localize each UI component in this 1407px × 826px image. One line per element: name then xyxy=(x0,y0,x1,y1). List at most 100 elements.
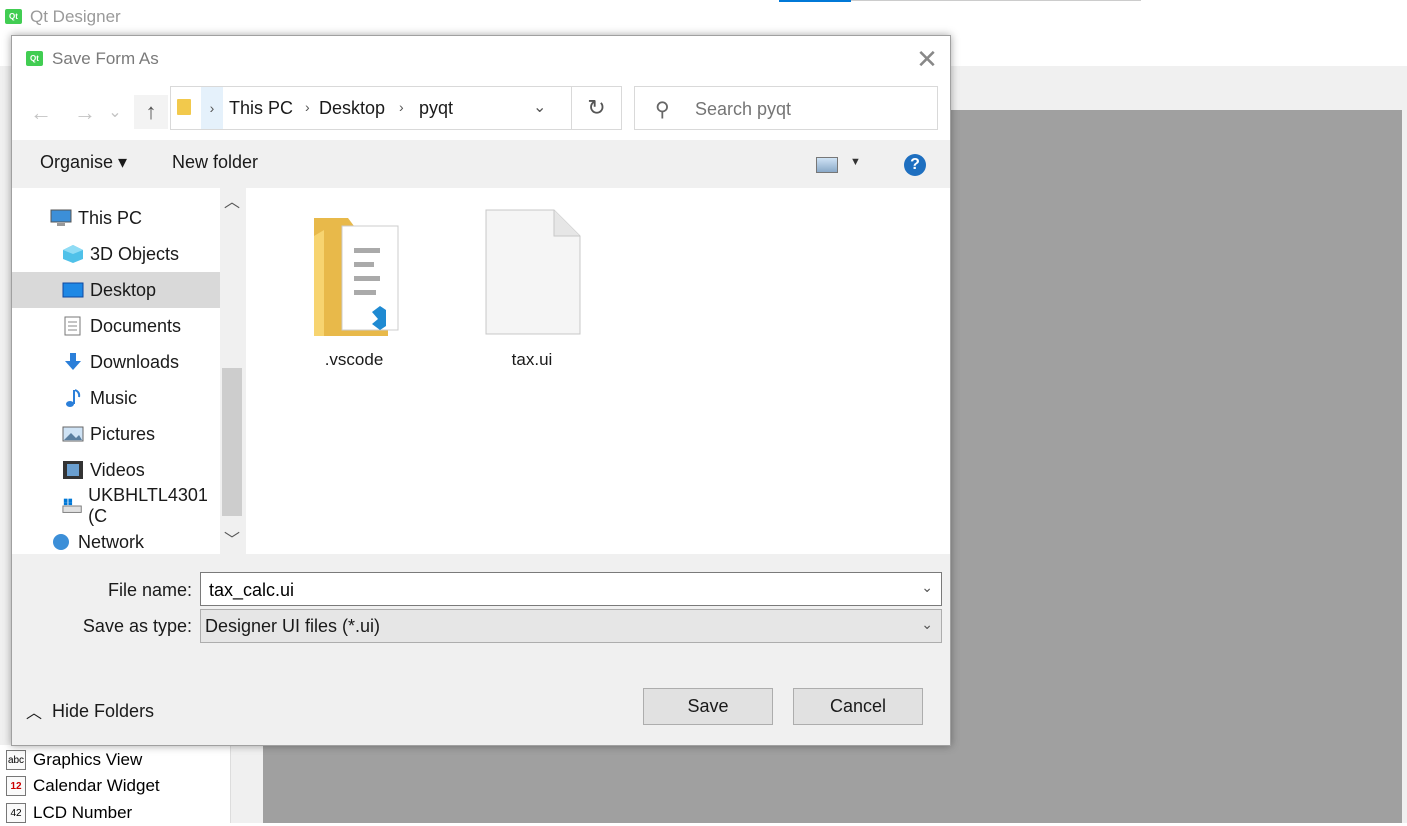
desktop-icon xyxy=(62,282,84,298)
chevron-right-icon[interactable]: › xyxy=(201,87,223,129)
folder-icon xyxy=(314,218,399,336)
widget-box: abc Graphics View 12 Calendar Widget 42 … xyxy=(0,745,232,823)
file-item-vscode[interactable]: .vscode xyxy=(294,208,414,369)
back-arrow-icon[interactable]: ← xyxy=(26,98,56,128)
tree-item-label: 3D Objects xyxy=(90,243,180,264)
right-panel-edge xyxy=(1402,66,1407,823)
tree-item-3d-objects[interactable]: 3D Objects xyxy=(12,236,220,272)
pane-separator xyxy=(230,745,263,823)
widget-item-label: Calendar Widget xyxy=(33,776,160,795)
widget-item-graphics-view[interactable]: abc Graphics View xyxy=(6,747,142,773)
hide-folders-label: Hide Folders xyxy=(52,700,155,721)
file-name-field[interactable] xyxy=(207,573,911,607)
file-item-tax-ui[interactable]: tax.ui xyxy=(472,208,592,369)
address-bar[interactable]: › This PC › Desktop › pyqt ⌄ xyxy=(170,86,572,130)
file-list: .vscode tax.ui xyxy=(246,188,950,554)
refresh-icon[interactable]: ↻ xyxy=(572,86,622,130)
graphics-view-icon: abc xyxy=(6,750,26,770)
pictures-icon xyxy=(62,426,84,442)
calendar-icon: 12 xyxy=(6,776,26,796)
tree-item-label: Downloads xyxy=(90,351,180,372)
this-pc-icon xyxy=(50,209,72,226)
widget-item-label: Graphics View xyxy=(33,750,143,769)
tab-divider xyxy=(851,0,1141,1)
tree-item-label: Network xyxy=(78,531,145,552)
tree-item-label: Videos xyxy=(90,459,145,480)
tree-item-pictures[interactable]: Pictures xyxy=(12,416,220,452)
file-item-label: .vscode xyxy=(324,350,384,369)
chevron-right-icon[interactable]: › xyxy=(399,99,404,115)
tree-item-label: Music xyxy=(90,387,138,408)
music-icon xyxy=(66,389,81,407)
caret-down-icon[interactable]: ▼ xyxy=(850,156,861,168)
new-folder-button[interactable]: New folder xyxy=(172,152,258,173)
file-name-combobox[interactable]: ⌄ xyxy=(200,572,942,607)
app-secondary-toolbar xyxy=(948,66,1407,111)
chevron-down-icon[interactable]: ⌄ xyxy=(921,579,933,596)
app-title: Qt Designer xyxy=(30,7,121,26)
chevron-up-icon: ︿ xyxy=(26,705,43,722)
3d-objects-icon xyxy=(63,245,83,263)
close-icon[interactable]: ✕ xyxy=(912,44,942,74)
chevron-down-icon[interactable]: ⌄ xyxy=(921,616,933,633)
tree-item-network[interactable]: Network xyxy=(12,524,220,554)
up-arrow-icon[interactable]: ↑ xyxy=(134,95,168,129)
recent-locations-icon[interactable]: ⌄ xyxy=(106,98,124,128)
tree-item-label: This PC xyxy=(78,207,143,228)
scrollbar-thumb[interactable] xyxy=(222,368,242,516)
save-as-type-select[interactable]: Designer UI files (*.ui) ⌄ xyxy=(200,609,942,643)
widget-item-label: LCD Number xyxy=(33,803,133,822)
file-item-label: tax.ui xyxy=(511,350,553,369)
chevron-up-icon[interactable]: ︿ xyxy=(220,190,244,216)
tree-item-documents[interactable]: Documents xyxy=(12,308,220,344)
chevron-down-icon[interactable]: ⌄ xyxy=(533,97,546,117)
tree-scrollbar[interactable]: ︿ ﹀ xyxy=(220,188,244,554)
breadcrumb-pyqt[interactable]: pyqt xyxy=(419,98,453,119)
organise-menu-button[interactable]: Organise ▾ xyxy=(40,152,127,173)
chevron-down-icon[interactable]: ﹀ xyxy=(220,528,244,554)
dialog-titlebar: Qt Save Form As ✕ xyxy=(12,36,950,84)
dialog-title: Save Form As xyxy=(52,49,159,68)
command-bar: Organise ▾ New folder ▼ ? xyxy=(12,140,950,188)
widget-item-lcd-number[interactable]: 42 LCD Number xyxy=(6,800,132,826)
tree-item-label: Documents xyxy=(90,315,182,336)
lcd-number-icon: 42 xyxy=(6,803,26,823)
tree-item-music[interactable]: Music xyxy=(12,380,220,416)
chevron-right-icon[interactable]: › xyxy=(305,99,310,115)
qt-logo-icon: Qt xyxy=(26,51,43,66)
tree-item-downloads[interactable]: Downloads xyxy=(12,344,220,380)
drive-icon xyxy=(62,498,82,513)
navigation-bar: ← → ⌄ ↑ › This PC › Desktop › pyqt ⌄ ↻ ⚲ xyxy=(12,84,950,140)
documents-icon xyxy=(64,316,81,336)
cancel-button[interactable]: Cancel xyxy=(793,688,923,725)
save-button[interactable]: Save xyxy=(643,688,773,725)
save-options-panel: File name: ⌄ Save as type: Designer UI f… xyxy=(12,554,950,745)
breadcrumb-this-pc[interactable]: This PC xyxy=(229,98,293,119)
file-icon xyxy=(485,209,581,335)
tree-item-label: Desktop xyxy=(90,279,157,300)
search-icon: ⚲ xyxy=(655,99,670,121)
save-as-type-value: Designer UI files (*.ui) xyxy=(205,616,381,636)
search-box[interactable]: ⚲ xyxy=(634,86,938,131)
tree-item-desktop[interactable]: Desktop xyxy=(12,272,220,308)
videos-icon xyxy=(63,461,83,479)
network-icon xyxy=(53,534,69,550)
widget-item-calendar[interactable]: 12 Calendar Widget xyxy=(6,773,160,799)
forward-arrow-icon[interactable]: → xyxy=(70,98,100,128)
navigation-pane: This PC 3D Objects Desktop Documents Dow… xyxy=(12,188,244,554)
search-input[interactable] xyxy=(693,87,933,131)
folder-icon xyxy=(177,99,191,115)
view-options-icon[interactable] xyxy=(816,157,838,173)
tree-item-videos[interactable]: Videos xyxy=(12,452,220,488)
active-tab-indicator xyxy=(779,0,851,2)
app-titlebar xyxy=(0,0,1407,36)
downloads-icon xyxy=(65,353,81,370)
hide-folders-toggle[interactable]: ︿ Hide Folders xyxy=(26,699,154,723)
breadcrumb-desktop[interactable]: Desktop xyxy=(319,98,385,119)
tree-item-label: UKBHLTL4301 (C xyxy=(88,485,208,526)
tree-item-this-pc[interactable]: This PC xyxy=(12,200,220,236)
help-icon[interactable]: ? xyxy=(904,154,926,176)
save-as-type-label: Save as type: xyxy=(82,616,192,636)
tree-item-drive[interactable]: UKBHLTL4301 (C xyxy=(12,485,220,526)
qt-logo-icon: Qt xyxy=(5,9,22,24)
